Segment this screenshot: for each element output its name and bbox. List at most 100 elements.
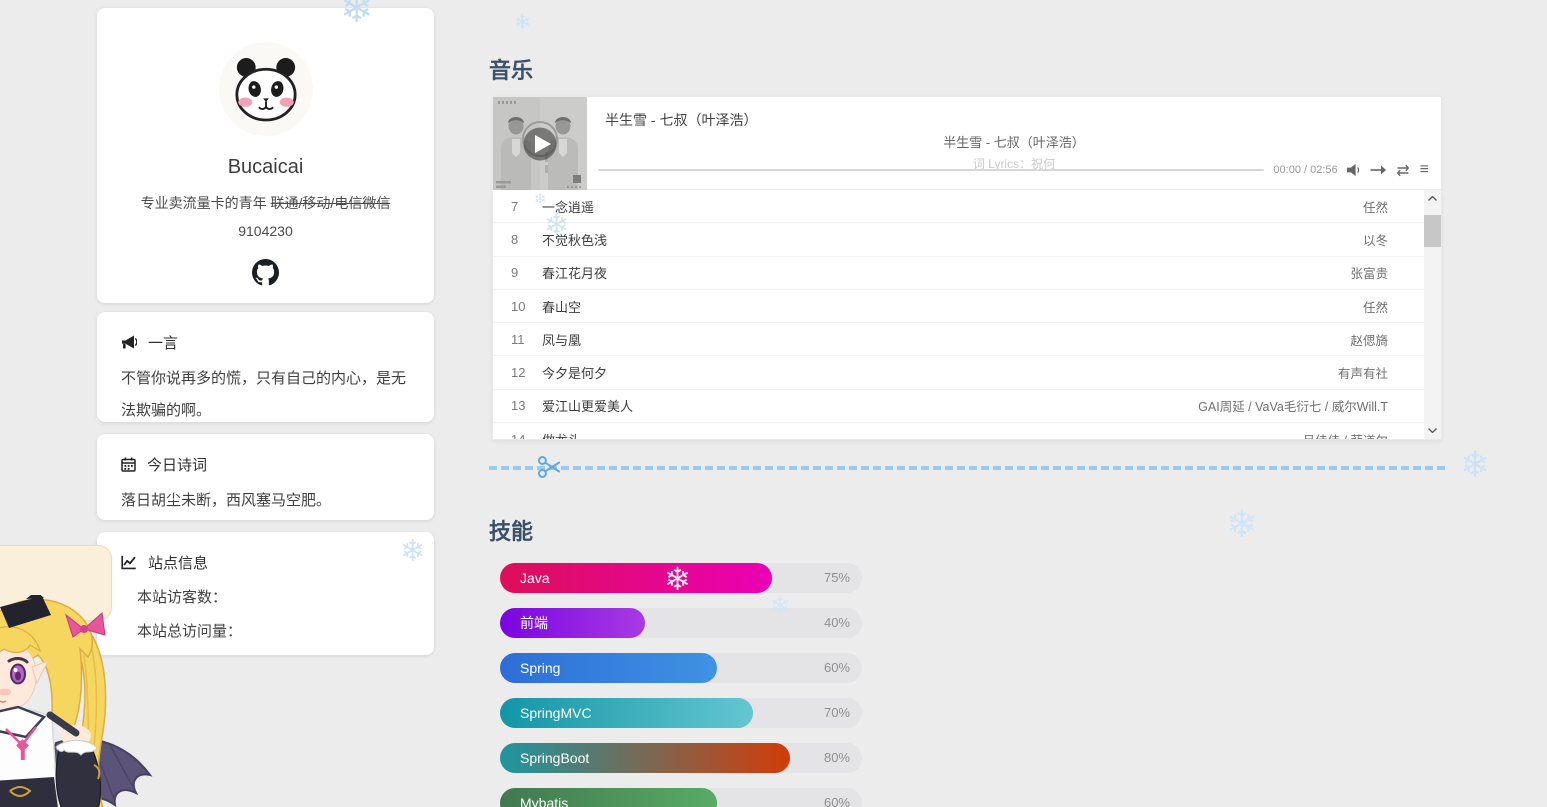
playlist-row[interactable]: 8 不觉秋色浅 以冬 <box>493 223 1424 256</box>
poem-header: 今日诗词 <box>121 454 410 475</box>
playlist: 7 一念逍遥 任然 8 不觉秋色浅 以冬 9 春江花月夜 张富贵 10 <box>492 190 1442 440</box>
skill-bar: Java <box>500 563 772 593</box>
track-title: 今夕是何夕 <box>542 363 1338 382</box>
visitors-label: 本站访客数： <box>137 586 410 607</box>
track-number: 13 <box>511 398 537 413</box>
chart-line-icon <box>121 555 137 570</box>
skill-percent: 60% <box>824 653 850 683</box>
pageviews-label: 本站总访问量： <box>137 620 410 641</box>
skill-bar: Spring <box>500 653 717 683</box>
track-number: 9 <box>511 265 537 280</box>
playlist-row[interactable]: 10 春山空 任然 <box>493 290 1424 323</box>
calendar-icon <box>121 457 136 472</box>
bullhorn-icon <box>121 335 137 350</box>
skill-percent: 60% <box>824 788 850 807</box>
poem-text: 落日胡尘未断，西风塞马空肥。 <box>121 485 410 517</box>
playlist-row[interactable]: 12 今夕是何夕 有声有社 <box>493 356 1424 389</box>
siteinfo-title: 站点信息 <box>148 552 208 573</box>
skill-percent: 75% <box>824 563 850 593</box>
snowflake-icon: ❄ <box>1460 444 1490 486</box>
playlist-menu-icon[interactable]: ≡ <box>1420 162 1429 178</box>
progress-bar[interactable] <box>598 169 1264 171</box>
panda-avatar-icon <box>219 42 313 136</box>
github-link[interactable] <box>252 259 279 291</box>
track-artist: 任然 <box>1363 297 1388 316</box>
track-artist: 吕佳佳 / 菲道尔 <box>1303 430 1388 440</box>
skill-row: Spring 60% <box>500 653 862 683</box>
section-divider <box>489 466 1445 470</box>
scissors-icon <box>536 454 564 485</box>
page: Bucaicai 专业卖流量卡的青年 联通/移动/电信微信 9104230 一言… <box>0 0 1547 807</box>
scrollbar-thumb[interactable] <box>1424 215 1441 247</box>
track-number: 8 <box>511 232 537 247</box>
track-number: 12 <box>511 365 537 380</box>
skill-bar: Mybatis <box>500 788 717 807</box>
track-artist: GAI周延 / VaVa毛衍七 / 威尔Will.T <box>1198 396 1388 415</box>
anime-character <box>0 595 154 807</box>
playlist-row[interactable]: 14 做龙头 吕佳佳 / 菲道尔 <box>493 423 1424 440</box>
album-art <box>493 97 587 191</box>
track-title: 凤与凰 <box>542 330 1350 349</box>
volume-icon[interactable] <box>1347 163 1361 177</box>
snowflake-icon: ❄ <box>514 10 531 35</box>
profile-card: Bucaicai 专业卖流量卡的青年 联通/移动/电信微信 9104230 <box>97 8 434 303</box>
poem-title: 今日诗词 <box>147 454 207 475</box>
track-number: 10 <box>511 299 537 314</box>
track-artist: 张富贵 <box>1350 263 1388 282</box>
player-controls: 00:00 / 02:56 ≡ <box>598 162 1429 178</box>
track-artist: 任然 <box>1363 197 1388 216</box>
playlist-scrollbar[interactable] <box>1424 190 1441 439</box>
music-section-title: 音乐 <box>489 53 533 85</box>
track-title: 一念逍遥 <box>542 197 1363 216</box>
skill-row: SpringMVC 70% <box>500 698 862 728</box>
hitokoto-text: 不管你说再多的慌，只有自己的内心，是无法欺骗的啊。 <box>121 363 410 427</box>
skills-list: Java 75% 前端 40% Spring 60% SpringMVC 70% <box>500 563 862 807</box>
playlist-rows: 7 一念逍遥 任然 8 不觉秋色浅 以冬 9 春江花月夜 张富贵 10 <box>493 190 1424 440</box>
skill-row: SpringBoot 80% <box>500 743 862 773</box>
loop-icon[interactable] <box>1395 164 1411 177</box>
track-title: 不觉秋色浅 <box>542 230 1363 249</box>
profile-description-prefix: 专业卖流量卡的青年 <box>141 195 271 211</box>
playlist-row[interactable]: 7 一念逍遥 任然 <box>493 190 1424 223</box>
track-number: 14 <box>511 432 537 440</box>
skills-section-title: 技能 <box>489 514 533 546</box>
scroll-down-button[interactable] <box>1424 422 1441 439</box>
skill-row: 前端 40% <box>500 608 862 638</box>
snowflake-icon: ❄ <box>1226 502 1258 547</box>
skill-percent: 80% <box>824 743 850 773</box>
avatar[interactable] <box>219 42 313 136</box>
skill-row: Mybatis 60% <box>500 788 862 807</box>
track-artist: 以冬 <box>1363 230 1388 249</box>
hitokoto-header: 一言 <box>121 332 410 353</box>
profile-contact-number: 9104230 <box>97 223 434 239</box>
github-icon <box>252 259 279 286</box>
song-title: 半生雪 - 七叔（叶泽浩） <box>605 110 757 130</box>
skill-bar: 前端 <box>500 608 645 638</box>
skill-percent: 70% <box>824 698 850 728</box>
time-display: 00:00 / 02:56 <box>1273 164 1337 176</box>
playlist-row[interactable]: 11 凤与凰 赵偲旖 <box>493 323 1424 356</box>
track-number: 11 <box>511 332 537 347</box>
skill-bar: SpringBoot <box>500 743 790 773</box>
track-artist: 赵偲旖 <box>1350 330 1388 349</box>
playlist-row[interactable]: 13 爱江山更爱美人 GAI周延 / VaVa毛衍七 / 威尔Will.T <box>493 390 1424 423</box>
skill-bar: SpringMVC <box>500 698 753 728</box>
play-order-icon[interactable] <box>1370 164 1386 176</box>
track-number: 7 <box>511 199 537 214</box>
profile-description-struck: 联通/移动/电信微信 <box>271 195 391 211</box>
hitokoto-card: 一言 不管你说再多的慌，只有自己的内心，是无法欺骗的啊。 <box>97 312 434 422</box>
siteinfo-header: 站点信息 <box>121 552 410 573</box>
track-title: 爱江山更爱美人 <box>542 396 1198 415</box>
lyric-current: 半生雪 - 七叔（叶泽浩） <box>587 132 1441 151</box>
track-title: 做龙头 <box>542 430 1303 440</box>
poem-card: 今日诗词 落日胡尘未断，西风塞马空肥。 <box>97 434 434 520</box>
track-artist: 有声有社 <box>1338 363 1388 382</box>
track-title: 春江花月夜 <box>542 263 1350 282</box>
hitokoto-title: 一言 <box>148 332 178 353</box>
album-cover[interactable] <box>493 97 587 191</box>
playlist-row[interactable]: 9 春江花月夜 张富贵 <box>493 257 1424 290</box>
scroll-up-button[interactable] <box>1424 190 1441 207</box>
music-player: 半生雪 - 七叔（叶泽浩） 半生雪 - 七叔（叶泽浩） 词 Lyrics：祝何 … <box>492 96 1442 190</box>
skill-row: Java 75% <box>500 563 862 593</box>
skill-percent: 40% <box>824 608 850 638</box>
